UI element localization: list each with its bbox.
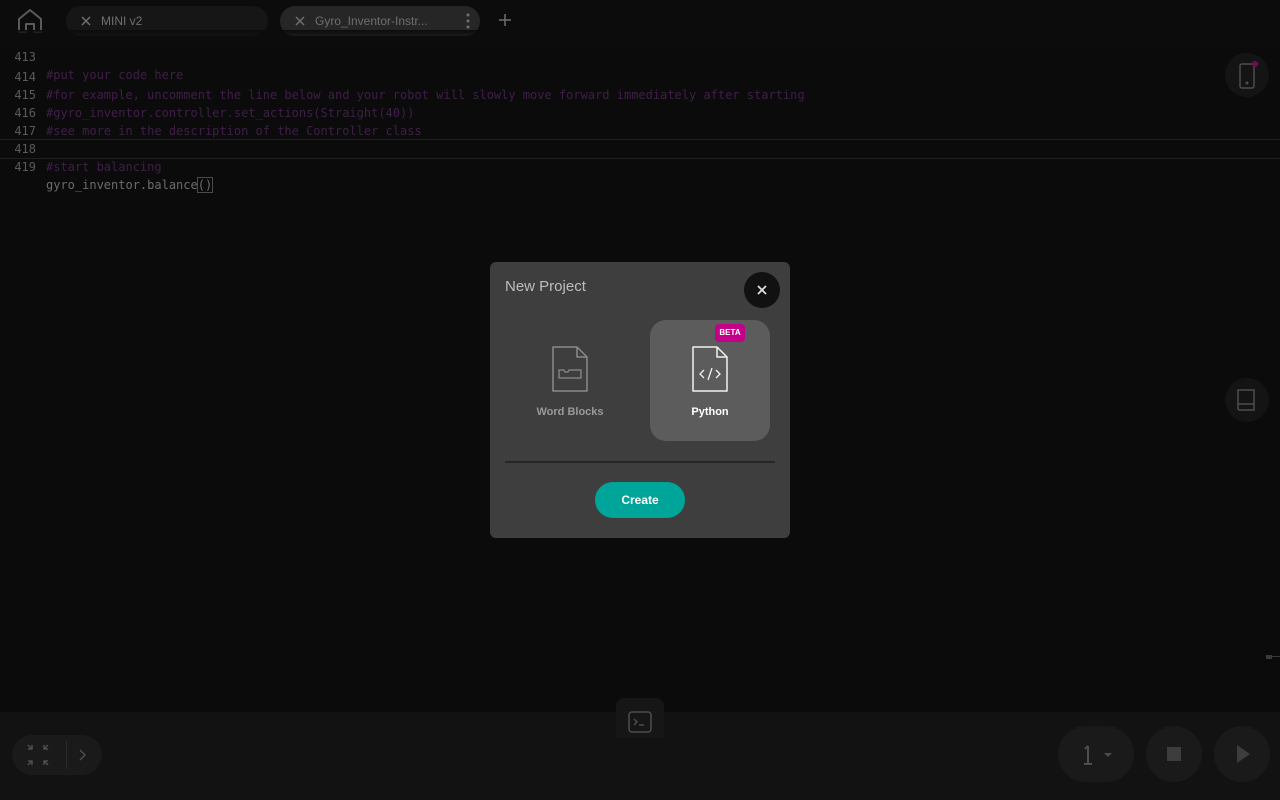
option-label: Word Blocks (536, 406, 604, 418)
hub-device-icon (1239, 61, 1258, 89)
create-button[interactable]: Create (595, 482, 685, 518)
beta-badge: BETA (715, 324, 745, 342)
word-blocks-option[interactable]: Word Blocks (510, 320, 630, 441)
tab-label: MINI v2 (101, 14, 143, 28)
close-dialog-button[interactable] (744, 272, 780, 308)
word-blocks-file-icon (552, 346, 588, 392)
code-line: 416 #see more in the description of the … (0, 86, 1280, 138)
option-label: Python (691, 406, 729, 418)
resize-handle-line (1272, 656, 1280, 657)
book-icon (1237, 389, 1255, 411)
code-parens: () (196, 177, 214, 193)
play-icon (1237, 745, 1250, 763)
code-text: #start balancing (46, 160, 162, 174)
divider (66, 741, 67, 769)
knowledge-base-button[interactable] (1225, 378, 1269, 422)
close-icon (757, 285, 767, 295)
close-tab-icon[interactable] (294, 15, 306, 27)
python-option[interactable]: BETA Python (650, 320, 770, 441)
port-one-icon (1084, 745, 1112, 765)
more-options-icon[interactable] (466, 13, 470, 29)
line-number: 419 (14, 160, 36, 174)
code-line: 415 #gyro_inventor.controller.set_action… (0, 68, 1280, 120)
code-call: gyro_inventor.balance (46, 178, 198, 192)
code-line: 417 (0, 104, 1280, 138)
tab-label: Gyro_Inventor-Instr... (315, 14, 428, 28)
new-project-dialog: New Project Word Blocks BETA Python Crea… (490, 262, 790, 538)
dialog-title: New Project (505, 278, 586, 295)
code-line: 414 #for example, uncomment the line bel… (0, 50, 1280, 102)
close-tab-icon[interactable] (80, 15, 92, 27)
chevron-right-icon[interactable] (74, 747, 90, 763)
hub-port-selector[interactable] (1058, 726, 1134, 782)
terminal-icon (628, 711, 652, 733)
dialog-divider (505, 461, 775, 463)
stop-icon (1167, 747, 1181, 761)
add-tab-icon[interactable] (496, 11, 514, 29)
fullscreen-toggle-group (12, 735, 102, 775)
python-file-icon (692, 346, 728, 392)
stop-button[interactable] (1146, 726, 1202, 782)
code-line-current: 419 gyro_inventor.balance() (0, 139, 1280, 193)
code-text: gyro_inventor.balance() (46, 176, 214, 194)
code-line: 418 #start balancing (0, 122, 1280, 174)
run-button[interactable] (1214, 726, 1270, 782)
code-editor[interactable]: 413 #put your code here 414 #for example… (0, 30, 1280, 193)
shrink-icon[interactable] (18, 741, 58, 769)
editor-fade (0, 30, 1280, 40)
device-button[interactable] (1225, 53, 1269, 97)
console-toggle[interactable] (616, 698, 664, 738)
